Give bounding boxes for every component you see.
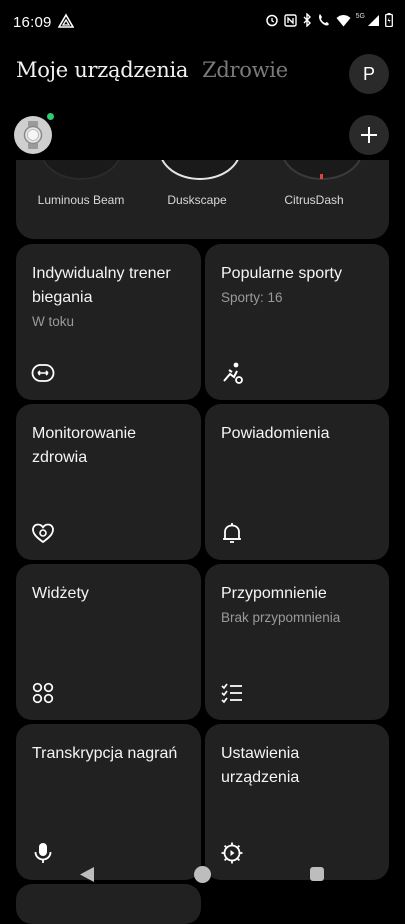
- watch-faces-card[interactable]: Luminous Beam Duskscape CitrusDash: [16, 160, 389, 239]
- back-icon[interactable]: [79, 866, 95, 883]
- header-tabs: Moje urządzenia Zdrowie: [16, 58, 288, 82]
- card-widgets[interactable]: Widżety: [16, 564, 201, 720]
- card-title: Przypomnienie Brak przypomnienia: [221, 582, 379, 628]
- card-notifications[interactable]: Powiadomienia: [205, 404, 389, 560]
- watchface-name: Duskscape: [167, 193, 227, 207]
- status-icons: 5G: [265, 13, 393, 27]
- connection-status-dot: [47, 113, 54, 120]
- card-title: Transkrypcja nagrań: [32, 745, 178, 762]
- card-title: Ustawienia urządzenia: [221, 745, 300, 786]
- tab-my-devices[interactable]: Moje urządzenia: [16, 58, 188, 82]
- device-watch-avatar[interactable]: [14, 116, 52, 154]
- signal-icon: [368, 14, 379, 26]
- widgets-icon: [32, 682, 54, 704]
- battery-icon: [385, 13, 393, 27]
- card-title: Popularne sporty Sporty: 16: [221, 262, 379, 308]
- card-title: Monitorowanie zdrowia: [32, 425, 137, 466]
- status-time: 16:09: [13, 14, 52, 31]
- tab-health[interactable]: Zdrowie: [202, 58, 288, 82]
- card-subtitle: W toku: [32, 314, 75, 329]
- watchface-preview-2[interactable]: [159, 160, 241, 180]
- profile-initial: P: [362, 63, 375, 84]
- bluetooth-icon: [303, 13, 311, 27]
- card-title: Indywidualny trener biegania W toku: [32, 262, 191, 332]
- card-recording-transcription[interactable]: Transkrypcja nagrań: [16, 724, 201, 880]
- watchface-name: CitrusDash: [284, 193, 344, 207]
- bell-icon: [223, 523, 241, 543]
- recents-button[interactable]: [310, 867, 324, 881]
- heart-health-icon: [32, 523, 54, 544]
- card-title: Widżety: [32, 585, 89, 602]
- system-navigation-bar: [0, 858, 405, 892]
- wifi-call-icon: [318, 14, 329, 26]
- watch-icon: [23, 121, 43, 149]
- sports-icon: [223, 362, 243, 384]
- plus-icon: [361, 127, 377, 143]
- network-type-label: 5G: [355, 12, 365, 20]
- profile-avatar-button[interactable]: P: [349, 54, 389, 94]
- wifi-icon: [336, 14, 351, 26]
- watchface-preview-1[interactable]: [40, 160, 122, 180]
- card-title: Powiadomienia: [221, 425, 330, 442]
- alarm-icon: [265, 14, 278, 27]
- home-button[interactable]: [194, 866, 211, 883]
- card-popular-sports[interactable]: Popularne sporty Sporty: 16: [205, 244, 389, 400]
- card-device-settings[interactable]: Ustawienia urządzenia: [205, 724, 389, 880]
- card-health-monitoring[interactable]: Monitorowanie zdrowia: [16, 404, 201, 560]
- card-subtitle: Sporty: 16: [221, 290, 283, 305]
- status-bar: 16:09 5G: [0, 0, 405, 46]
- watchface-name: Luminous Beam: [37, 193, 125, 207]
- card-subtitle: Brak przypomnienia: [221, 610, 341, 625]
- add-device-button[interactable]: [349, 115, 389, 155]
- checklist-icon: [221, 683, 242, 704]
- nfc-icon: [283, 13, 297, 27]
- card-reminder[interactable]: Przypomnienie Brak przypomnienia: [205, 564, 389, 720]
- watchface-preview-3[interactable]: [281, 160, 363, 180]
- card-running-coach[interactable]: Indywidualny trener biegania W toku: [16, 244, 201, 400]
- drive-notification-icon: [58, 13, 74, 28]
- running-coach-icon: [31, 364, 55, 382]
